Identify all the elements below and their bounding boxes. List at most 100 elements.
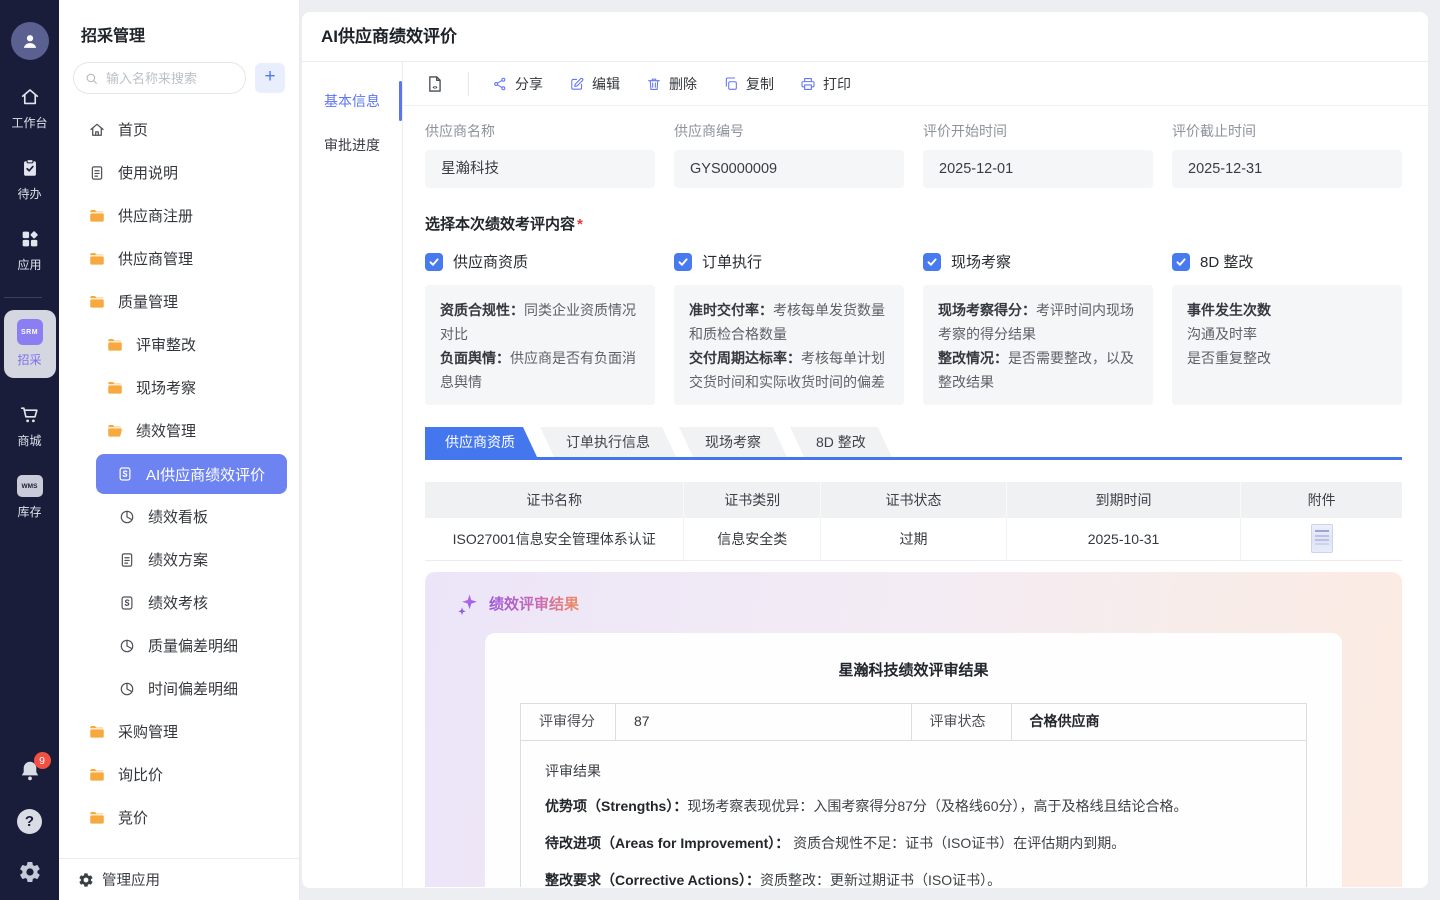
toolbar-打印-button[interactable]: 打印 [800, 74, 851, 94]
rail-item-工作台[interactable]: 工作台 [4, 86, 56, 131]
checkbox-checked-icon[interactable] [1172, 253, 1190, 271]
sidebar-item-label: 供应商注册 [118, 205, 193, 226]
checkbox-checked-icon[interactable] [425, 253, 443, 271]
sidebar-item-label: 评审整改 [136, 334, 196, 355]
sidebar-item-label: 首页 [118, 119, 148, 140]
rail-item-商城[interactable]: 商城 [4, 404, 56, 449]
required-asterisk: * [577, 216, 583, 233]
app-rail: 工作台 待办 应用 SRM招采 商城 WMS 库存 9 ? [0, 0, 59, 900]
certificate-table: 证书名称证书类别证书状态到期时间附件 ISO27001信息安全管理体系认证 信息… [425, 482, 1402, 561]
notification-badge: 9 [34, 752, 51, 769]
search-icon [84, 71, 106, 86]
search-input[interactable] [106, 71, 235, 86]
record-tab-审批进度[interactable]: 审批进度 [302, 123, 402, 167]
option-checkbox-row[interactable]: 8D 整改 [1172, 251, 1402, 272]
sidebar-item-评审整改[interactable]: 评审整改 [71, 323, 287, 366]
toolbar-删除-button[interactable]: 删除 [646, 74, 697, 94]
detail-tab-供应商资质[interactable]: 供应商资质 [425, 427, 537, 457]
option-label: 8D 整改 [1200, 251, 1253, 272]
sidebar-item-竞价[interactable]: 竞价 [71, 796, 287, 839]
toolbar-分享-button[interactable]: 分享 [492, 74, 543, 94]
detail-tab-现场考察[interactable]: 现场考察 [679, 427, 787, 457]
toolbar-编辑-button[interactable]: 编辑 [569, 74, 620, 94]
rail-item-label: 工作台 [11, 114, 47, 131]
sidebar-item-label: 询比价 [118, 764, 163, 785]
sidebar-item-label: 现场考察 [136, 377, 196, 398]
notifications-button[interactable]: 9 [18, 759, 42, 783]
sidebar-item-供应商注册[interactable]: 供应商注册 [71, 194, 287, 237]
option-checkbox-row[interactable]: 供应商资质 [425, 251, 655, 272]
folder-icon [106, 336, 124, 354]
sidebar-item-质量偏差明细[interactable]: 质量偏差明细 [71, 624, 287, 667]
rail-item-库存[interactable]: WMS 库存 [4, 475, 56, 520]
add-button[interactable]: + [255, 63, 285, 93]
record-content: 供应商名称 星瀚科技 供应商编号 GYS0000009 评价开始时间 2025-… [403, 106, 1428, 887]
sidebar-item-首页[interactable]: 首页 [71, 108, 287, 151]
wms-icon: WMS [17, 475, 43, 497]
review-panel: 绩效评审结果 星瀚科技绩效评审结果 评审得分 87 评审状态 合格供应商 [425, 572, 1402, 888]
detail-tab-8D 整改[interactable]: 8D 整改 [790, 427, 892, 457]
sidebar-item-绩效方案[interactable]: 绩效方案 [71, 538, 287, 581]
checkbox-checked-icon[interactable] [923, 253, 941, 271]
toolbar-复制-button[interactable]: 复制 [723, 74, 774, 94]
sidebar-item-时间偏差明细[interactable]: 时间偏差明细 [71, 667, 287, 710]
user-icon [19, 30, 41, 52]
section-label: 选择本次绩效考评内容* [425, 213, 1402, 234]
field-label: 评价截止时间 [1172, 121, 1402, 141]
settings-button[interactable] [18, 860, 42, 884]
folder-icon [88, 809, 106, 827]
gear-icon [78, 872, 94, 888]
sidebar-item-label: 时间偏差明细 [148, 678, 238, 699]
share-icon [492, 76, 508, 92]
page-title: AI供应商绩效评价 [302, 12, 1428, 62]
detail-tab-订单执行信息[interactable]: 订单执行信息 [540, 427, 676, 457]
rail-item-label: 库存 [17, 503, 41, 520]
rail-item-应用[interactable]: 应用 [4, 228, 56, 273]
sidebar-item-label: 质量偏差明细 [148, 635, 238, 656]
option-desc-line: 事件发生次数 [1187, 298, 1387, 322]
record-card: AI供应商绩效评价 基本信息审批进度 分享 编辑 删除 复制 打印 [302, 12, 1428, 888]
pie-icon [118, 508, 136, 526]
checkbox-checked-icon[interactable] [674, 253, 692, 271]
result-label: 评审结果 [545, 761, 1282, 781]
attachment-thumbnail[interactable] [1311, 524, 1333, 553]
trash-icon [646, 76, 662, 92]
file-preview-icon[interactable] [425, 74, 445, 94]
sidebar-title: 招采管理 [59, 0, 299, 46]
sidebar-item-询比价[interactable]: 询比价 [71, 753, 287, 796]
review-result-card: 星瀚科技绩效评审结果 评审得分 87 评审状态 合格供应商 评审结果 优势项（S… [485, 633, 1342, 888]
sidebar-item-现场考察[interactable]: 现场考察 [71, 366, 287, 409]
avatar[interactable] [11, 22, 49, 60]
doc-icon [88, 164, 106, 182]
record-tab-基本信息[interactable]: 基本信息 [302, 79, 402, 123]
cert-type-cell: 信息安全类 [684, 518, 821, 560]
review-card-title: 星瀚科技绩效评审结果 [520, 659, 1307, 680]
option-checkbox-row[interactable]: 现场考察 [923, 251, 1153, 272]
help-button[interactable]: ? [17, 809, 42, 834]
sidebar-item-AI供应商绩效评价[interactable]: AI供应商绩效评价 [96, 454, 287, 494]
folder-icon [88, 766, 106, 784]
option-desc-line: 负面舆情：供应商是否有负面消息舆情 [440, 346, 640, 394]
sdoc-icon [118, 594, 136, 612]
rail-item-招采[interactable]: SRM招采 [4, 310, 56, 378]
toolbar-button-label: 复制 [746, 74, 774, 94]
sidebar-item-绩效管理[interactable]: 绩效管理 [71, 409, 287, 452]
field-供应商名称: 供应商名称 星瀚科技 [425, 121, 655, 188]
field-评价截止时间: 评价截止时间 2025-12-31 [1172, 121, 1402, 188]
sparkle-icon [455, 592, 479, 616]
question-icon: ? [25, 813, 34, 830]
sidebar-item-质量管理[interactable]: 质量管理 [71, 280, 287, 323]
option-checkbox-row[interactable]: 订单执行 [674, 251, 904, 272]
sidebar-item-绩效考核[interactable]: 绩效考核 [71, 581, 287, 624]
sidebar-item-绩效看板[interactable]: 绩效看板 [71, 495, 287, 538]
toolbar-button-label: 分享 [515, 74, 543, 94]
search-box[interactable] [73, 62, 246, 94]
detail-tabs: 供应商资质订单执行信息现场考察8D 整改 [425, 427, 1402, 460]
sidebar-item-采购管理[interactable]: 采购管理 [71, 710, 287, 753]
rail-item-待办[interactable]: 待办 [4, 157, 56, 202]
sidebar-item-使用说明[interactable]: 使用说明 [71, 151, 287, 194]
rail-item-label: 应用 [17, 256, 41, 273]
sdoc-icon [116, 465, 134, 483]
manage-apps-button[interactable]: 管理应用 [59, 858, 299, 900]
sidebar-item-供应商管理[interactable]: 供应商管理 [71, 237, 287, 280]
